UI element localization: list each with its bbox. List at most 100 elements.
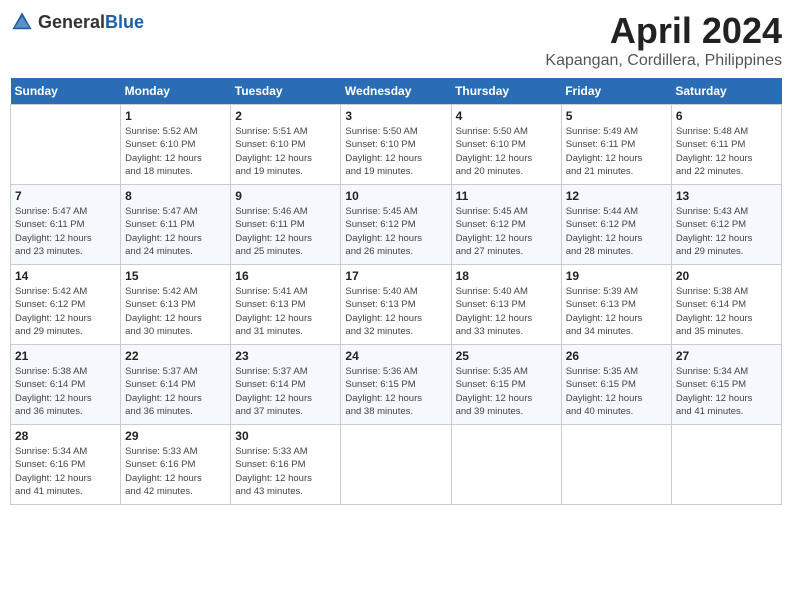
calendar-cell: 10 Sunrise: 5:45 AM Sunset: 6:12 PM Dayli… [341,185,451,265]
cell-info: Sunrise: 5:50 AM Sunset: 6:10 PM Dayligh… [456,125,557,178]
calendar-cell: 11Sunrise: 5:45 AM Sunset: 6:12 PM Dayli… [451,185,561,265]
cell-info: Sunrise: 5:45 AM Sunset: 6:12 PM Dayligh… [345,205,446,258]
cell-day-number: 18 [456,269,557,283]
cell-info: Sunrise: 5:43 AM Sunset: 6:12 PM Dayligh… [676,205,777,258]
cell-info: Sunrise: 5:50 AM Sunset: 6:10 PM Dayligh… [345,125,446,178]
col-header-wednesday: Wednesday [341,78,451,105]
calendar-cell: 28 Sunrise: 5:34 AM Sunset: 6:16 PM Dayli… [11,425,121,505]
cell-day-number: 15 [125,269,226,283]
calendar-cell: 14 Sunrise: 5:42 AM Sunset: 6:12 PM Dayli… [11,265,121,345]
col-header-saturday: Saturday [671,78,781,105]
cell-day-number: 3 [345,109,446,123]
cell-day-number: 23 [235,349,336,363]
cell-info: Sunrise: 5:38 AM Sunset: 6:14 PM Dayligh… [15,365,116,418]
col-header-monday: Monday [121,78,231,105]
cell-info: Sunrise: 5:42 AM Sunset: 6:12 PM Dayligh… [15,285,116,338]
calendar-cell: 19Sunrise: 5:39 AM Sunset: 6:13 PM Dayli… [561,265,671,345]
cell-info: Sunrise: 5:36 AM Sunset: 6:15 PM Dayligh… [345,365,446,418]
cell-info: Sunrise: 5:38 AM Sunset: 6:14 PM Dayligh… [676,285,777,338]
cell-day-number: 5 [566,109,667,123]
cell-day-number: 2 [235,109,336,123]
cell-day-number: 22 [125,349,226,363]
cell-info: Sunrise: 5:48 AM Sunset: 6:11 PM Dayligh… [676,125,777,178]
calendar-cell [671,425,781,505]
cell-day-number: 9 [235,189,336,203]
cell-day-number: 12 [566,189,667,203]
calendar-cell: 6 Sunrise: 5:48 AM Sunset: 6:11 PM Daylig… [671,105,781,185]
calendar-cell [11,105,121,185]
calendar-table: SundayMondayTuesdayWednesdayThursdayFrid… [10,78,782,505]
cell-info: Sunrise: 5:40 AM Sunset: 6:13 PM Dayligh… [345,285,446,338]
cell-info: Sunrise: 5:34 AM Sunset: 6:15 PM Dayligh… [676,365,777,418]
calendar-cell: 26Sunrise: 5:35 AM Sunset: 6:15 PM Dayli… [561,345,671,425]
cell-day-number: 14 [15,269,116,283]
week-row-3: 14 Sunrise: 5:42 AM Sunset: 6:12 PM Dayli… [11,265,782,345]
calendar-cell: 9 Sunrise: 5:46 AM Sunset: 6:11 PM Daylig… [231,185,341,265]
calendar-cell: 30 Sunrise: 5:33 AM Sunset: 6:16 PM Dayli… [231,425,341,505]
calendar-cell: 12 Sunrise: 5:44 AM Sunset: 6:12 PM Dayli… [561,185,671,265]
cell-info: Sunrise: 5:40 AM Sunset: 6:13 PM Dayligh… [456,285,557,338]
cell-info: Sunrise: 5:41 AM Sunset: 6:13 PM Dayligh… [235,285,336,338]
calendar-cell: 2 Sunrise: 5:51 AM Sunset: 6:10 PM Daylig… [231,105,341,185]
cell-day-number: 29 [125,429,226,443]
location-title: Kapangan, Cordillera, Philippines [545,52,782,70]
col-header-sunday: Sunday [11,78,121,105]
calendar-cell: 24 Sunrise: 5:36 AM Sunset: 6:15 PM Dayli… [341,345,451,425]
calendar-cell: 25 Sunrise: 5:35 AM Sunset: 6:15 PM Dayli… [451,345,561,425]
cell-info: Sunrise: 5:37 AM Sunset: 6:14 PM Dayligh… [125,365,226,418]
calendar-cell: 1Sunrise: 5:52 AM Sunset: 6:10 PM Daylig… [121,105,231,185]
calendar-cell: 3 Sunrise: 5:50 AM Sunset: 6:10 PM Daylig… [341,105,451,185]
cell-day-number: 4 [456,109,557,123]
month-title: April 2024 [545,10,782,52]
cell-day-number: 13 [676,189,777,203]
cell-day-number: 6 [676,109,777,123]
cell-info: Sunrise: 5:46 AM Sunset: 6:11 PM Dayligh… [235,205,336,258]
calendar-cell: 16 Sunrise: 5:41 AM Sunset: 6:13 PM Dayli… [231,265,341,345]
calendar-cell: 21 Sunrise: 5:38 AM Sunset: 6:14 PM Dayli… [11,345,121,425]
cell-day-number: 20 [676,269,777,283]
cell-info: Sunrise: 5:34 AM Sunset: 6:16 PM Dayligh… [15,445,116,498]
week-row-5: 28 Sunrise: 5:34 AM Sunset: 6:16 PM Dayli… [11,425,782,505]
calendar-cell: 22 Sunrise: 5:37 AM Sunset: 6:14 PM Dayli… [121,345,231,425]
header: GeneralBlue April 2024 Kapangan, Cordill… [10,10,782,70]
cell-day-number: 8 [125,189,226,203]
cell-info: Sunrise: 5:44 AM Sunset: 6:12 PM Dayligh… [566,205,667,258]
week-row-4: 21 Sunrise: 5:38 AM Sunset: 6:14 PM Dayli… [11,345,782,425]
calendar-cell: 20 Sunrise: 5:38 AM Sunset: 6:14 PM Dayli… [671,265,781,345]
calendar-cell [341,425,451,505]
cell-day-number: 24 [345,349,446,363]
logo-icon [10,10,34,34]
cell-day-number: 21 [15,349,116,363]
cell-day-number: 16 [235,269,336,283]
cell-day-number: 19 [566,269,667,283]
cell-day-number: 10 [345,189,446,203]
week-row-1: 1Sunrise: 5:52 AM Sunset: 6:10 PM Daylig… [11,105,782,185]
cell-day-number: 11 [456,189,557,203]
col-header-tuesday: Tuesday [231,78,341,105]
cell-info: Sunrise: 5:42 AM Sunset: 6:13 PM Dayligh… [125,285,226,338]
cell-day-number: 25 [456,349,557,363]
cell-day-number: 7 [15,189,116,203]
cell-info: Sunrise: 5:37 AM Sunset: 6:14 PM Dayligh… [235,365,336,418]
logo-blue: Blue [105,12,144,32]
cell-day-number: 26 [566,349,667,363]
calendar-cell [451,425,561,505]
header-row: SundayMondayTuesdayWednesdayThursdayFrid… [11,78,782,105]
cell-info: Sunrise: 5:47 AM Sunset: 6:11 PM Dayligh… [15,205,116,258]
logo-general: General [38,12,105,32]
calendar-cell: 5 Sunrise: 5:49 AM Sunset: 6:11 PM Daylig… [561,105,671,185]
logo: GeneralBlue [10,10,144,34]
calendar-cell: 17Sunrise: 5:40 AM Sunset: 6:13 PM Dayli… [341,265,451,345]
cell-info: Sunrise: 5:51 AM Sunset: 6:10 PM Dayligh… [235,125,336,178]
cell-day-number: 28 [15,429,116,443]
col-header-thursday: Thursday [451,78,561,105]
calendar-cell: 13 Sunrise: 5:43 AM Sunset: 6:12 PM Dayli… [671,185,781,265]
cell-info: Sunrise: 5:33 AM Sunset: 6:16 PM Dayligh… [125,445,226,498]
title-section: April 2024 Kapangan, Cordillera, Philipp… [545,10,782,70]
cell-day-number: 1 [125,109,226,123]
cell-info: Sunrise: 5:49 AM Sunset: 6:11 PM Dayligh… [566,125,667,178]
cell-info: Sunrise: 5:35 AM Sunset: 6:15 PM Dayligh… [456,365,557,418]
cell-info: Sunrise: 5:33 AM Sunset: 6:16 PM Dayligh… [235,445,336,498]
cell-day-number: 30 [235,429,336,443]
cell-info: Sunrise: 5:47 AM Sunset: 6:11 PM Dayligh… [125,205,226,258]
